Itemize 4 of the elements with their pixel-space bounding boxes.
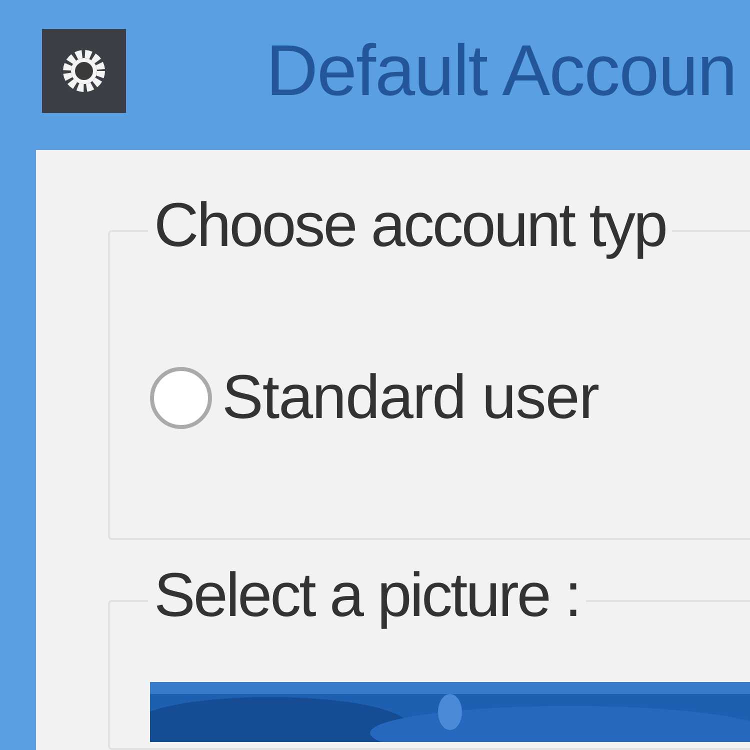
gear-icon — [42, 29, 126, 113]
radio-label: Standard user — [222, 362, 598, 433]
window-title: Default Accoun — [266, 30, 736, 112]
radio-option[interactable]: Standard user — [150, 362, 750, 433]
